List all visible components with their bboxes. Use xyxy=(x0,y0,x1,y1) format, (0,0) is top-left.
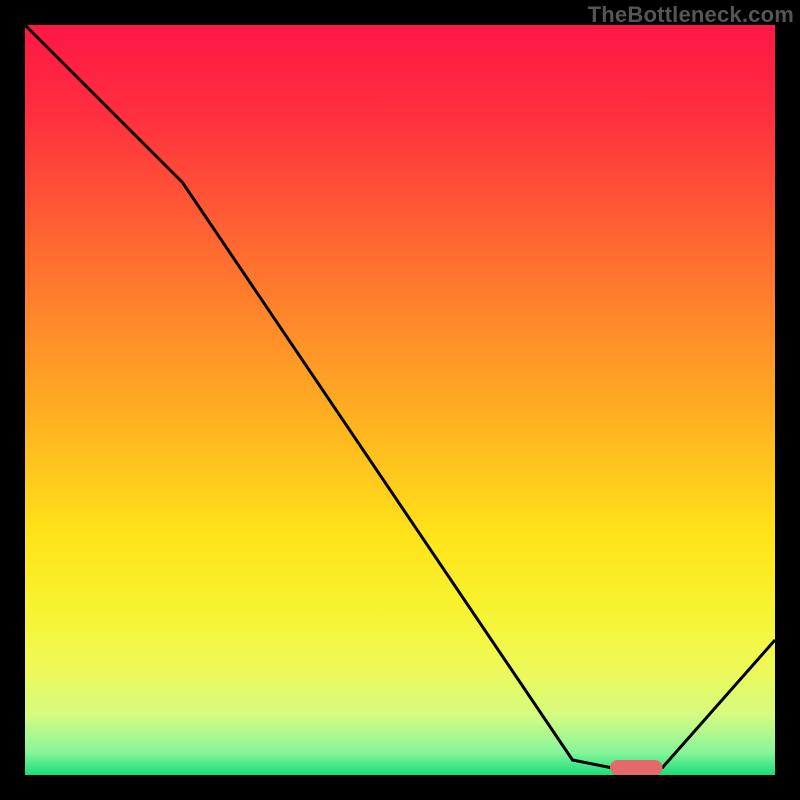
watermark-text: TheBottleneck.com xyxy=(588,2,794,28)
plot-area xyxy=(25,25,775,775)
chart-frame: TheBottleneck.com xyxy=(0,0,800,800)
chart-svg xyxy=(25,25,775,775)
optimal-range-marker xyxy=(610,760,663,775)
